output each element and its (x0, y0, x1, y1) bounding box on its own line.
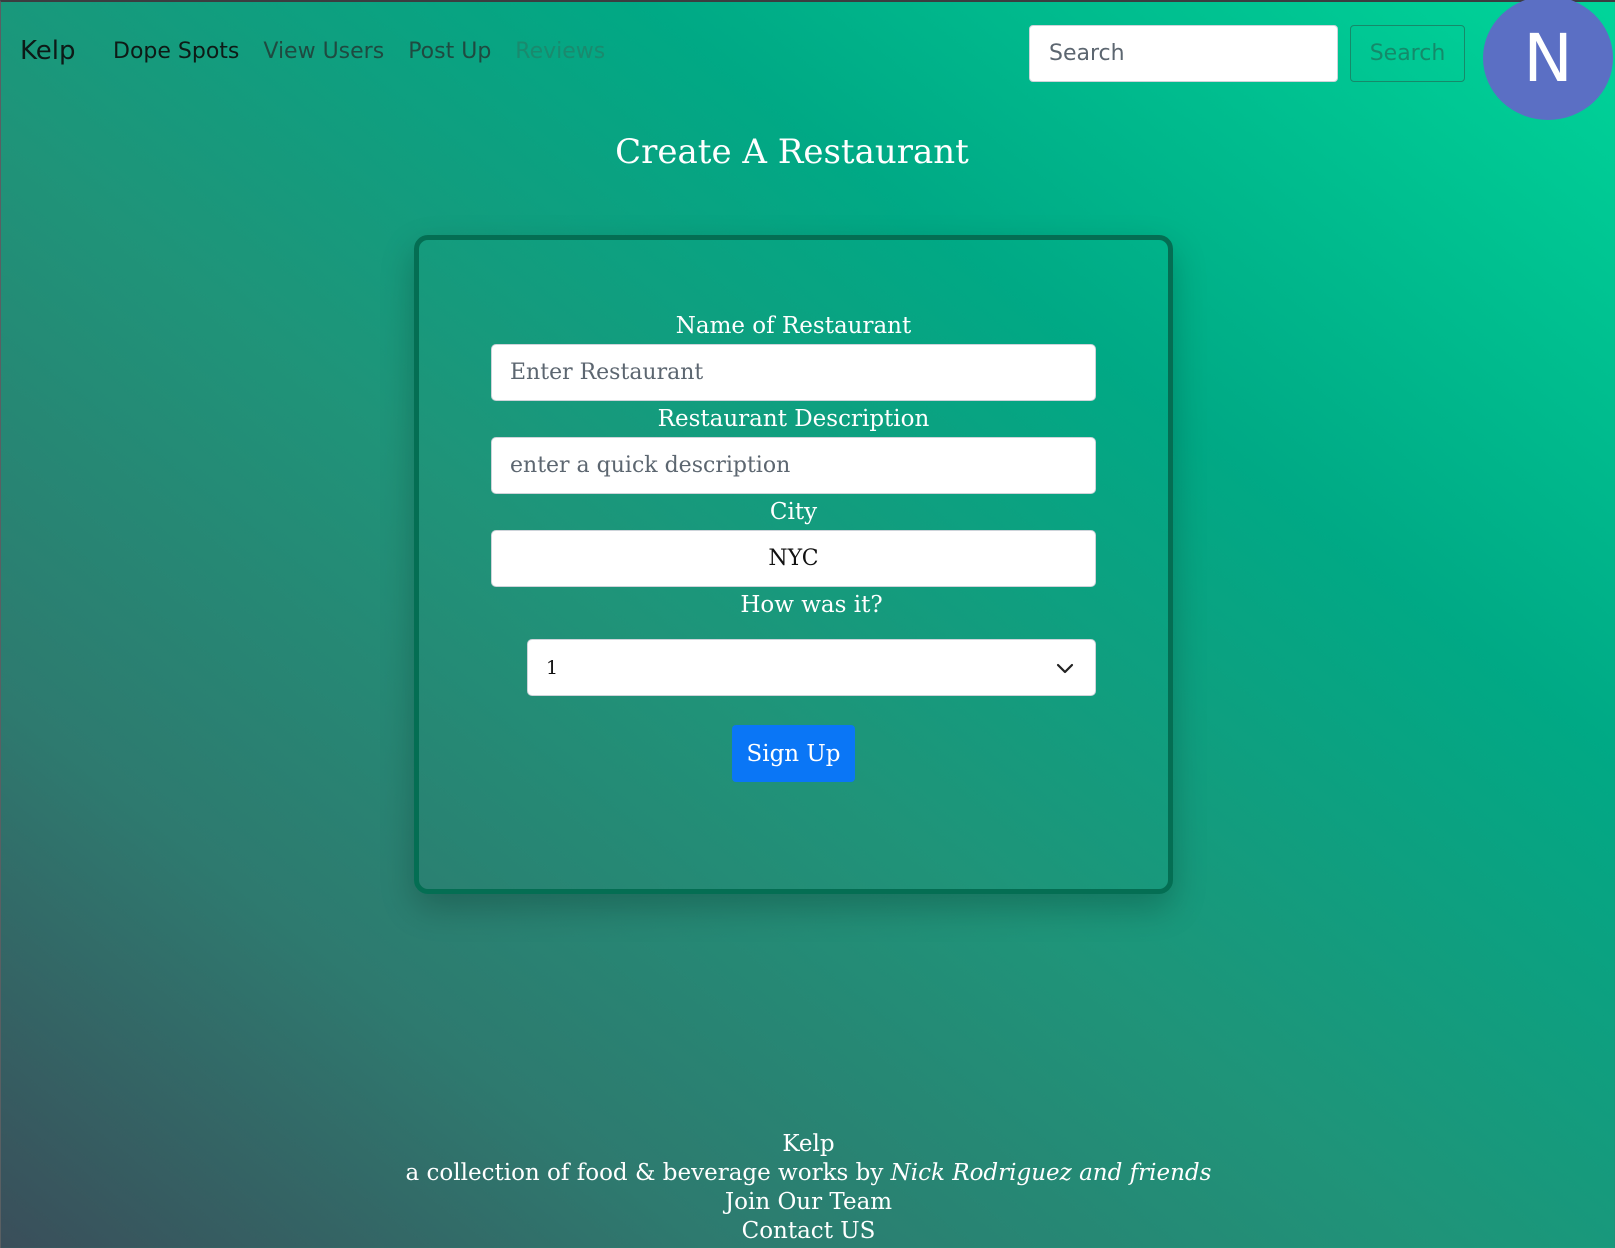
search-input[interactable] (1029, 25, 1338, 82)
rating-select-value: 1 (546, 657, 559, 679)
footer-join-link[interactable]: Join Our Team (1, 1188, 1615, 1217)
nav-link-dope-spots[interactable]: Dope Spots (113, 39, 239, 64)
city-input[interactable] (491, 530, 1096, 587)
nav-links: Dope Spots View Users Post Up Reviews (113, 39, 629, 64)
footer-tagline-prefix: a collection of food & beverage works by (405, 1160, 884, 1186)
footer-tagline-author: Nick Rodriguez and friends (890, 1160, 1212, 1186)
rating-label: How was it? (740, 592, 883, 618)
nav-link-view-users[interactable]: View Users (263, 39, 384, 64)
page-title: Create A Restaurant (615, 132, 969, 172)
restaurant-description-input[interactable] (491, 437, 1096, 494)
footer-tagline: a collection of food & beverage works by… (1, 1159, 1615, 1188)
nav-link-post-up[interactable]: Post Up (408, 39, 491, 64)
restaurant-name-input[interactable] (491, 344, 1096, 401)
navbar: Kelp Dope Spots View Users Post Up Revie… (1, 0, 1615, 120)
restaurant-description-label: Restaurant Description (657, 406, 930, 432)
search-button[interactable]: Search (1350, 25, 1465, 82)
footer: Kelp a collection of food & beverage wor… (1, 1130, 1615, 1246)
brand-logo[interactable]: Kelp (20, 36, 75, 66)
rating-select[interactable]: 1 (527, 639, 1096, 696)
footer-brand: Kelp (782, 1131, 835, 1157)
city-label: City (769, 499, 818, 525)
chevron-down-icon (1056, 663, 1074, 674)
create-restaurant-form: Name of Restaurant Restaurant Descriptio… (414, 235, 1173, 894)
restaurant-name-label: Name of Restaurant (675, 313, 912, 339)
footer-contact-link[interactable]: Contact US (1, 1217, 1615, 1246)
avatar[interactable]: N (1483, 0, 1613, 120)
sign-up-button[interactable]: Sign Up (732, 725, 855, 782)
nav-link-reviews[interactable]: Reviews (515, 39, 605, 64)
